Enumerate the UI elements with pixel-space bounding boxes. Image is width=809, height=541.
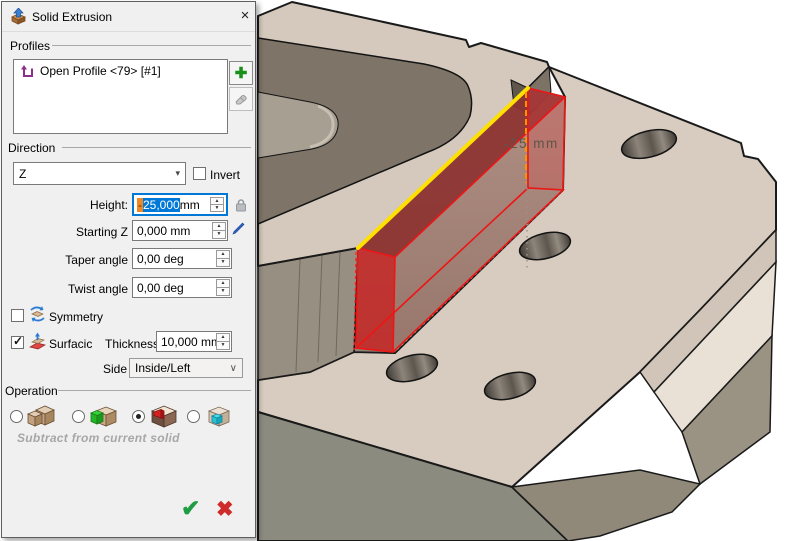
spin-up-icon[interactable] bbox=[217, 251, 229, 259]
app-window: -25 mm Solid Extrusion × Profiles bbox=[0, 0, 809, 541]
thickness-spinner[interactable] bbox=[216, 333, 230, 350]
lock-icon bbox=[235, 198, 247, 212]
starting-z-spinner[interactable] bbox=[212, 222, 226, 239]
solid-extrusion-dialog: Solid Extrusion × Profiles Open Profile … bbox=[1, 1, 256, 538]
remove-profile-button[interactable] bbox=[229, 87, 253, 111]
direction-value: Z bbox=[19, 167, 26, 181]
operation-radio-subtract[interactable] bbox=[132, 410, 145, 423]
spin-down-icon[interactable] bbox=[213, 231, 225, 238]
operation-radio-union[interactable] bbox=[10, 410, 23, 423]
add-green-cube-icon bbox=[88, 404, 118, 428]
spin-down-icon[interactable] bbox=[211, 205, 223, 211]
taper-angle-value: 0,00 deg bbox=[137, 252, 184, 266]
ok-button[interactable]: ✔ bbox=[181, 497, 200, 520]
profiles-list[interactable]: Open Profile <79> [#1] bbox=[13, 59, 228, 134]
dimension-label: -25 mm bbox=[504, 136, 559, 151]
height-unit: mm bbox=[180, 198, 200, 212]
solid-extrusion-icon bbox=[10, 8, 27, 25]
thickness-field[interactable]: 10,000 mm bbox=[156, 331, 232, 352]
intersect-cyan-cube-icon bbox=[203, 404, 233, 428]
open-profile-icon bbox=[20, 64, 35, 79]
spin-up-icon[interactable] bbox=[213, 223, 225, 231]
surfacic-icon bbox=[28, 332, 47, 351]
starting-z-label: Starting Z bbox=[62, 225, 128, 239]
spin-down-icon[interactable] bbox=[217, 342, 229, 349]
height-spinner[interactable] bbox=[210, 197, 224, 212]
spin-up-icon[interactable] bbox=[211, 198, 223, 205]
chevron-down-icon bbox=[230, 363, 237, 374]
dialog-title: Solid Extrusion bbox=[32, 10, 112, 24]
side-combobox[interactable]: Inside/Left bbox=[129, 358, 243, 378]
chevron-down-icon bbox=[175, 168, 180, 179]
spin-up-icon[interactable] bbox=[217, 334, 229, 342]
subtract-red-cube-icon bbox=[148, 404, 178, 428]
operation-hint-text: Subtract from current solid bbox=[17, 431, 180, 445]
dialog-titlebar[interactable]: Solid Extrusion × bbox=[2, 2, 255, 32]
side-value: Inside/Left bbox=[135, 361, 190, 375]
direction-group-label: Direction bbox=[8, 141, 55, 155]
thickness-label: Thickness bbox=[105, 337, 159, 351]
close-button[interactable]: × bbox=[235, 6, 255, 26]
spin-up-icon[interactable] bbox=[217, 280, 229, 288]
taper-angle-field[interactable]: 0,00 deg bbox=[132, 248, 232, 269]
spin-down-icon[interactable] bbox=[217, 288, 229, 295]
twist-spinner[interactable] bbox=[216, 279, 230, 296]
surfacic-label: Surfacic bbox=[49, 337, 92, 351]
starting-z-value: 0,000 mm bbox=[137, 224, 190, 238]
symmetry-label: Symmetry bbox=[49, 310, 103, 324]
operation-radio-add[interactable] bbox=[72, 410, 85, 423]
direction-combobox[interactable]: Z bbox=[13, 162, 186, 185]
thickness-value: 10,000 mm bbox=[161, 335, 221, 349]
spin-down-icon[interactable] bbox=[217, 259, 229, 266]
operation-group-line bbox=[58, 390, 251, 391]
direction-group-line bbox=[62, 147, 251, 148]
invert-checkbox[interactable] bbox=[193, 167, 206, 180]
operation-radio-intersect[interactable] bbox=[187, 410, 200, 423]
profiles-group-line bbox=[52, 45, 251, 46]
height-label: Height: bbox=[62, 198, 128, 212]
symmetry-icon bbox=[28, 305, 47, 324]
taper-angle-label: Taper angle bbox=[62, 253, 128, 267]
symmetry-checkbox[interactable] bbox=[11, 309, 24, 322]
pick-pen-icon[interactable] bbox=[231, 221, 246, 236]
operation-group-label: Operation bbox=[5, 384, 58, 398]
cancel-button[interactable]: ✖ bbox=[216, 499, 234, 520]
twist-angle-field[interactable]: 0,00 deg bbox=[132, 277, 232, 298]
starting-z-field[interactable]: 0,000 mm bbox=[132, 220, 228, 241]
height-selected-text: 25,000 bbox=[143, 198, 180, 212]
eraser-icon bbox=[234, 92, 248, 106]
profiles-group-label: Profiles bbox=[10, 39, 50, 53]
add-profile-button[interactable]: ✚ bbox=[229, 61, 253, 85]
side-label: Side bbox=[103, 362, 127, 376]
plus-icon: ✚ bbox=[235, 66, 248, 81]
taper-spinner[interactable] bbox=[216, 250, 230, 267]
twist-angle-value: 0,00 deg bbox=[137, 281, 184, 295]
list-item[interactable]: Open Profile <79> [#1] bbox=[14, 60, 227, 82]
height-field[interactable]: -25,000 mm bbox=[132, 193, 228, 216]
union-cubes-icon bbox=[26, 404, 56, 428]
surfacic-checkbox[interactable] bbox=[11, 336, 24, 349]
twist-angle-label: Twist angle bbox=[62, 282, 128, 296]
list-item-label: Open Profile <79> [#1] bbox=[40, 64, 161, 78]
invert-label: Invert bbox=[210, 168, 240, 182]
